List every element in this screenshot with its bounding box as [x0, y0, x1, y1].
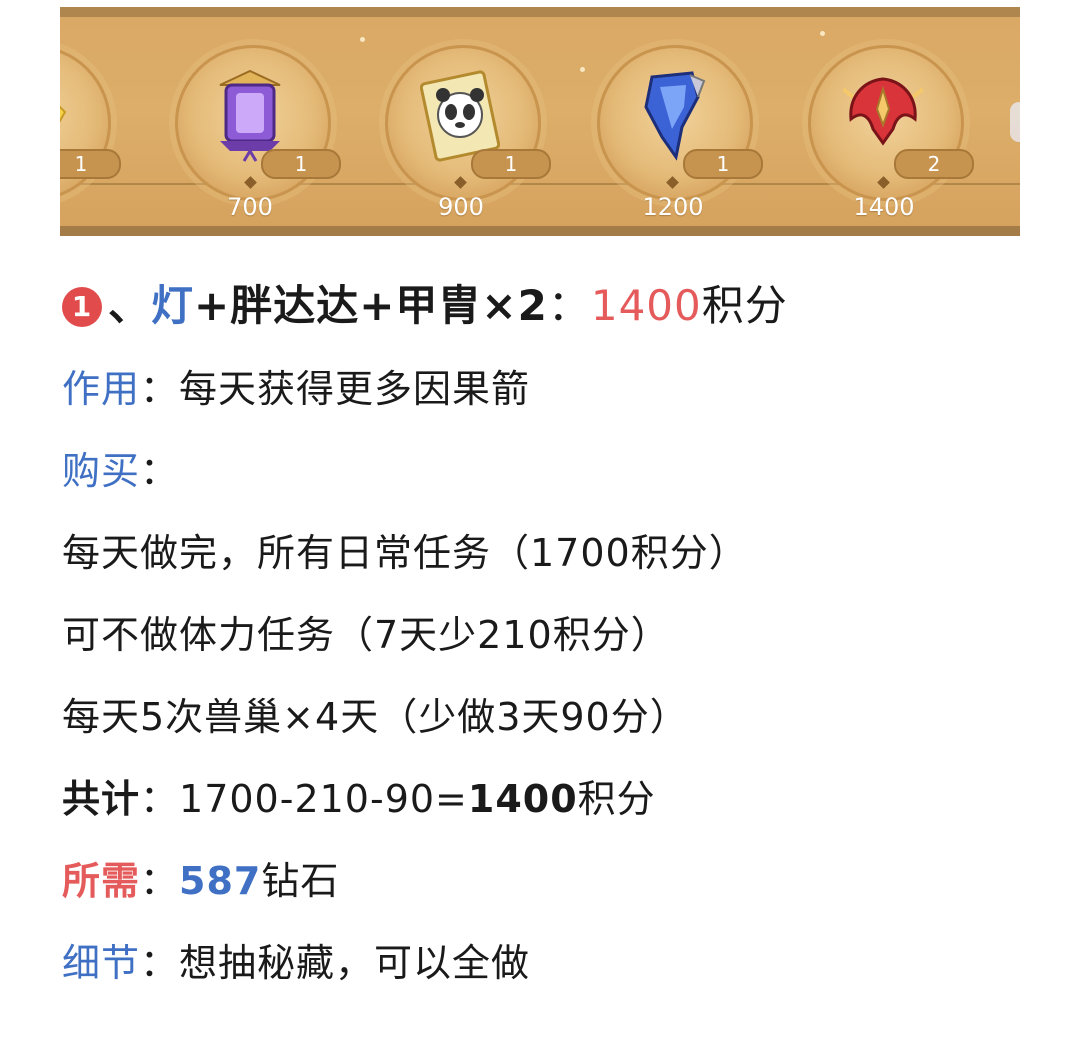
heading-colon: ：	[547, 281, 591, 330]
need-unit: 钻石	[261, 859, 340, 903]
buy-label: 购买	[62, 449, 141, 493]
banner-top-border	[60, 7, 1020, 17]
buy-detail-1: 每天做完，所有日常任务（1700积分）	[62, 531, 748, 575]
heading-separator: 、	[108, 281, 152, 330]
detail-line: 细节：想抽秘藏，可以全做	[62, 932, 530, 987]
reward-track-banner: 1 0 1 700 1 900	[60, 7, 1020, 236]
effect-line: 作用：每天获得更多因果箭	[62, 358, 530, 413]
need-line: 所需：587钻石	[62, 850, 339, 905]
sparkle	[820, 31, 825, 36]
red-helmet-icon	[843, 77, 923, 146]
reward-score: 700	[227, 193, 273, 221]
heading-unit: 积分	[701, 281, 788, 330]
total-unit: 积分	[577, 777, 656, 821]
sparkle	[360, 37, 365, 42]
buy-detail-3: 每天5次兽巢×4天（少做3天90分）	[62, 695, 689, 739]
heading-points: 1400	[590, 281, 702, 330]
reward-score: 1200	[642, 193, 704, 221]
reward-count-badge: 1	[261, 149, 341, 179]
lantern-icon	[219, 69, 281, 162]
reward-count-badge: 1	[60, 149, 121, 179]
scroll-edge-indicator[interactable]	[1010, 102, 1020, 142]
reward-slot-900[interactable]: 1	[385, 45, 551, 201]
detail-value: 想抽秘藏，可以全做	[179, 941, 531, 985]
total-value: 1400	[467, 777, 578, 821]
reward-count-badge: 2	[894, 149, 974, 179]
section-number-badge: 1	[62, 287, 102, 327]
need-value: 587	[179, 859, 262, 903]
colon: ：	[140, 941, 180, 985]
reward-slot-partial[interactable]: 1	[60, 45, 121, 201]
need-label: 所需	[62, 859, 141, 903]
banner-bottom-border	[60, 226, 1020, 236]
colon: ：	[140, 449, 180, 493]
total-expression: 1700-210-90=	[179, 777, 468, 821]
reward-score-partial: 0	[60, 193, 110, 221]
colon: ：	[140, 777, 180, 821]
reward-count-badge: 1	[471, 149, 551, 179]
colon: ：	[140, 859, 180, 903]
reward-score: 1400	[853, 193, 915, 221]
reward-count-badge: 1	[683, 149, 763, 179]
reward-slot-1200[interactable]: 1	[597, 45, 763, 201]
detail-label: 细节	[62, 941, 141, 985]
buy-line: 购买：	[62, 440, 179, 495]
colon: ：	[140, 367, 180, 411]
sparkle	[580, 67, 585, 72]
golden-item-icon	[60, 105, 67, 123]
heading-item-lantern: 灯	[151, 281, 195, 330]
buy-detail-2: 可不做体力任务（7天少210积分）	[62, 613, 670, 657]
section-heading: 1 、灯+胖达达+甲胄×2：1400积分	[62, 272, 788, 333]
panda-card-icon	[420, 70, 500, 162]
total-line: 共计：1700-210-90=1400积分	[62, 768, 656, 823]
heading-items: +胖达达+甲胄×2	[194, 281, 548, 330]
reward-slot-1400[interactable]: 2	[808, 45, 974, 201]
effect-label: 作用	[62, 367, 141, 411]
blue-armor-icon	[644, 71, 706, 161]
reward-slot-700[interactable]: 1	[175, 45, 341, 201]
total-label: 共计	[62, 777, 141, 821]
reward-score: 900	[438, 193, 484, 221]
effect-value: 每天获得更多因果箭	[179, 367, 531, 411]
